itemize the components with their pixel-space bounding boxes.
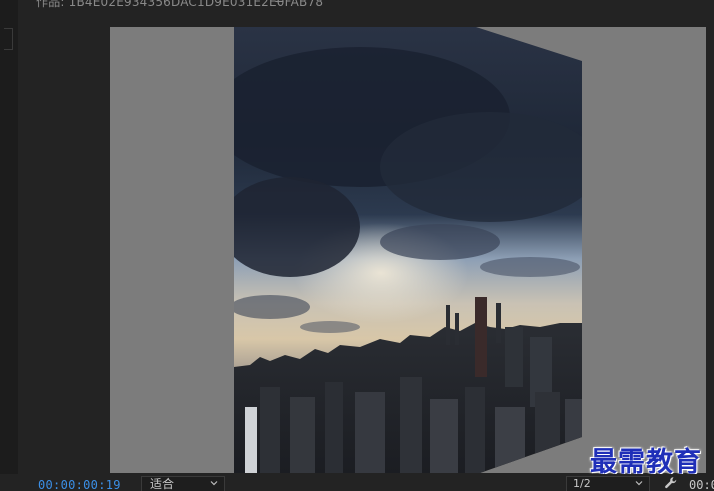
duration-timecode: 00:00 [689,478,714,491]
playhead-timecode[interactable]: 00:00:00:19 [38,478,121,491]
playback-resolution-value: 1/2 [573,477,591,490]
left-panel-edge [0,0,19,491]
program-canvas[interactable] [110,27,706,473]
program-monitor: 作品: 1B4E02E934356DAC1D9E031E2E0FAB78 ≡ [0,0,714,491]
panel-tab-handle[interactable] [4,28,13,50]
monitor-controls: 00:00:00:19 适合 1/2 00:00 [0,474,714,491]
wrench-icon[interactable] [664,476,678,490]
chevron-down-icon [635,481,643,486]
hamburger-icon[interactable]: ≡ [274,0,285,7]
zoom-level-select[interactable]: 适合 [141,476,225,491]
panel-title-bar: 作品: 1B4E02E934356DAC1D9E031E2E0FAB78 ≡ [18,0,714,12]
chevron-down-icon [210,481,218,486]
playback-resolution-select[interactable]: 1/2 [566,476,650,491]
distorted-city-photo [234,27,582,473]
zoom-level-value: 适合 [150,477,175,491]
